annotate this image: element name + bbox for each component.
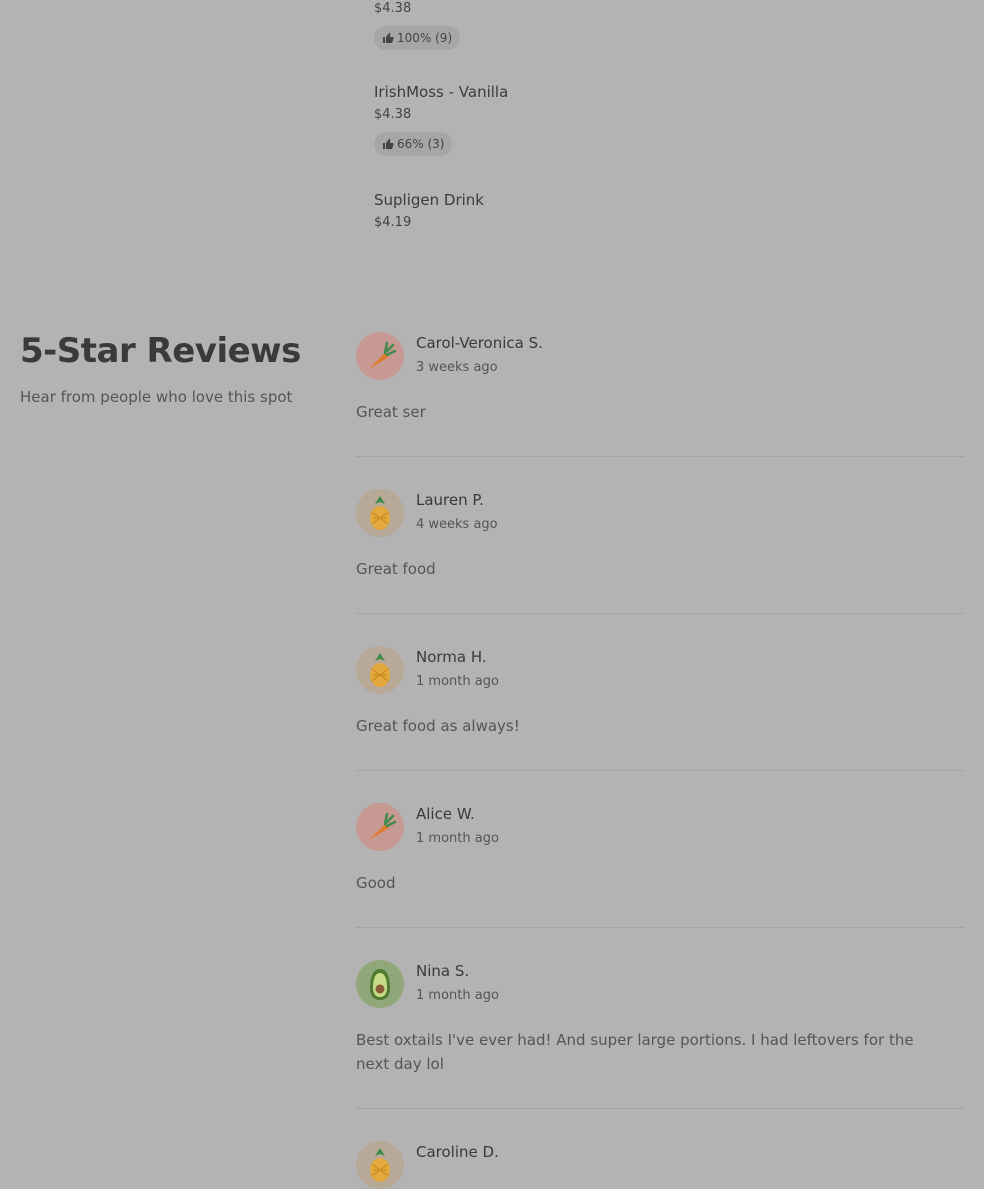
reviewer-name: Alice W.: [416, 805, 475, 823]
divider: [356, 927, 964, 928]
menu-item[interactable]: IrishMoss - Vanilla $4.38 66% (3): [374, 82, 508, 156]
review-text: Great ser: [356, 403, 426, 421]
avatar: [356, 489, 404, 537]
review-text: Great food: [356, 560, 436, 578]
review-text: Good: [356, 874, 396, 892]
review-date: 4 weeks ago: [416, 517, 498, 532]
review-date: 3 weeks ago: [416, 360, 498, 375]
divider: [356, 456, 964, 457]
avocado-icon: [370, 969, 390, 1000]
review-text: Best oxtails I've ever had! And super la…: [356, 1031, 914, 1073]
pineapple-icon: [370, 1148, 390, 1182]
reviewer-name: Norma H.: [416, 648, 487, 666]
reviews-subtitle: Hear from people who love this spot: [20, 388, 293, 406]
avatar: [356, 1141, 404, 1189]
rating-value: 66% (3): [397, 137, 445, 151]
reviewer-name: Caroline D.: [416, 1143, 499, 1161]
avatar: [356, 332, 404, 380]
reviewer-name: Lauren P.: [416, 491, 484, 509]
item-price: $4.38: [374, 107, 412, 122]
menu-item[interactable]: Supligen Drink $4.19: [374, 190, 484, 232]
divider: [356, 613, 964, 614]
item-name: Supligen Drink: [374, 191, 484, 209]
thumbs-up-icon: [383, 139, 394, 149]
avatar: [356, 646, 404, 694]
carrot-icon: [369, 812, 397, 840]
item-price: $4.38: [374, 1, 412, 16]
item-name: IrishMoss - Vanilla: [374, 83, 509, 101]
divider: [356, 1108, 964, 1109]
divider: [356, 770, 964, 771]
avatar: [356, 803, 404, 851]
review-date: 1 month ago: [416, 674, 499, 689]
reviews-title: 5-Star Reviews: [20, 331, 301, 371]
review-text: Great food as always!: [356, 717, 520, 735]
carrot-icon: [369, 341, 397, 369]
menu-item[interactable]: $4.38 100% (9): [374, 0, 461, 50]
thumbs-up-icon: [383, 33, 394, 43]
rating-value: 100% (9): [397, 31, 453, 45]
avatar: [356, 960, 404, 1008]
rating-badge: 100% (9): [374, 26, 461, 50]
review-date: 1 month ago: [416, 831, 499, 846]
item-price: $4.19: [374, 215, 412, 230]
pineapple-icon: [370, 653, 390, 687]
rating-badge: 66% (3): [374, 132, 453, 156]
reviewer-name: Nina S.: [416, 962, 470, 980]
reviewer-name: Carol-Veronica S.: [416, 334, 543, 352]
pineapple-icon: [370, 496, 390, 530]
review-date: 1 month ago: [416, 988, 499, 1003]
